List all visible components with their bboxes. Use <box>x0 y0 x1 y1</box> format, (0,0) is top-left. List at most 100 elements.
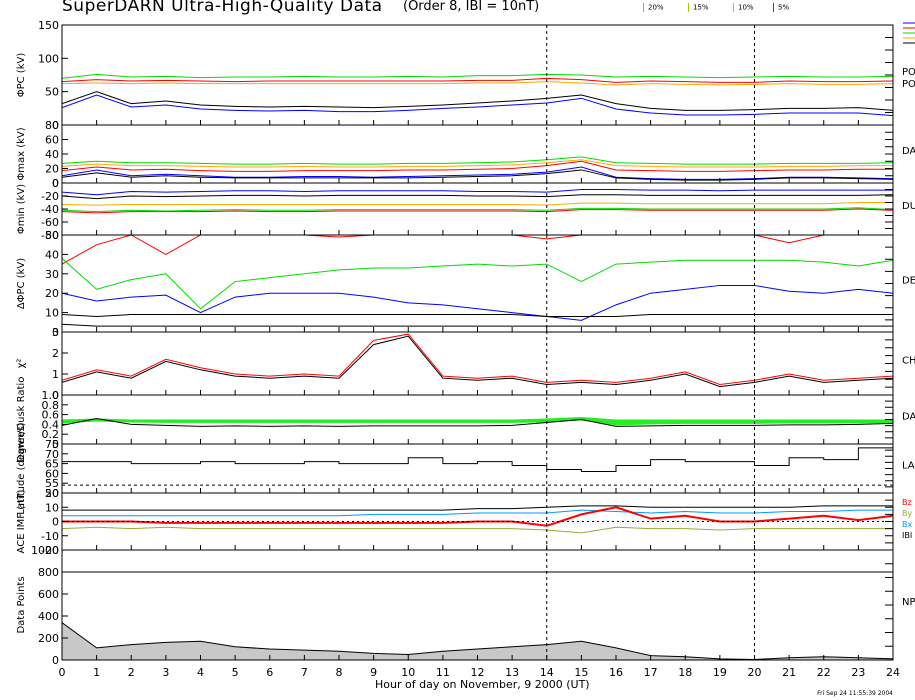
right-label: Bz <box>902 498 912 507</box>
x-tick-label: 8 <box>336 666 343 679</box>
x-axis-label: Hour of day on November, 9 2000 (UT) <box>375 678 590 691</box>
x-tick-label: 3 <box>162 666 169 679</box>
panel-data <box>62 417 893 427</box>
right-label: DU <box>902 201 915 212</box>
series-delta-phi-pc-black2 <box>62 323 893 327</box>
y-tick-label: 20 <box>45 487 59 500</box>
x-tick-label: 23 <box>851 666 865 679</box>
y-tick-label: 2 <box>52 347 59 360</box>
panel-frame <box>61 234 894 333</box>
x-tick-label: 17 <box>644 666 658 679</box>
y-tick-label: 30 <box>45 268 59 281</box>
x-tick-label: 7 <box>301 666 308 679</box>
x-tick-label: 19 <box>713 666 727 679</box>
y-tick-label: 10 <box>45 307 59 320</box>
panel-frame <box>61 124 894 184</box>
y-tick-label: 400 <box>38 610 59 623</box>
y-tick-label: 0 <box>52 177 59 190</box>
plot-area: 050100150ΦPC (kV) POPO020406080Φmax (kV) D… <box>16 19 915 679</box>
series-phi-max-green <box>62 156 893 165</box>
series-delta-phi-pc-blue <box>62 284 893 321</box>
panel-data <box>62 571 893 660</box>
panel-phi-pc: 050100150ΦPC (kV) POPO <box>16 19 915 132</box>
y-tick-label: -20 <box>41 190 59 203</box>
y-axis-label: ΦPC (kV) <box>16 53 27 98</box>
x-tick-label: 1 <box>93 666 100 679</box>
x-tick-label: 2 <box>128 666 135 679</box>
series-phi-pc-green <box>62 73 893 79</box>
series-latitude-black <box>62 447 893 472</box>
series-imf-B-abs <box>62 505 893 511</box>
y-tick-label: 1.0 <box>42 389 60 402</box>
panel-phi-max: 020 4060 80 Φmax (kV) DA <box>16 119 915 190</box>
y-tick-label: 40 <box>45 148 59 161</box>
x-tick-label: 20 <box>748 666 762 679</box>
y-tick-label: 75 <box>45 438 59 451</box>
panel-data <box>62 333 893 388</box>
x-tick-label: 0 <box>59 666 66 679</box>
x-tick-label: 6 <box>266 666 273 679</box>
superdarn-chart: SuperDARN Ultra-High-Quality Data (Order… <box>0 0 915 700</box>
panel-data <box>62 156 893 181</box>
series-imf-Bx <box>62 509 893 517</box>
y-tick-label: -10 <box>41 530 59 543</box>
y-tick-label: 60 <box>45 134 59 147</box>
y-tick-label: 200 <box>38 632 59 645</box>
x-tick-label: 22 <box>817 666 831 679</box>
panel-latitude: 505560657075Latitude (degrees) LA <box>16 422 915 514</box>
y-tick-label: 1000 <box>31 544 59 557</box>
x-tick-label: 21 <box>782 666 796 679</box>
right-label: DE <box>902 276 915 287</box>
y-tick-label: 50 <box>45 86 59 99</box>
series-phi-min-orange <box>62 202 893 206</box>
y-tick-label: 3 <box>52 326 59 339</box>
y-axis-label: Data Points <box>16 576 27 633</box>
series-imf-By <box>62 526 893 534</box>
y-tick-label: 50 <box>45 229 59 242</box>
panel-data <box>62 189 893 214</box>
x-tick-label: 18 <box>678 666 692 679</box>
y-tick-label: -60 <box>41 216 59 229</box>
y-tick-label: 100 <box>38 52 59 65</box>
panel-data <box>62 447 893 486</box>
panel-data-points: 02004006008001000Data Points NP <box>16 544 915 667</box>
series-phi-pc-blue <box>62 94 893 117</box>
y-tick-label: 0 <box>52 516 59 529</box>
right-label: Bx <box>902 520 912 529</box>
x-tick-label: 4 <box>197 666 204 679</box>
right-label: LA <box>902 461 915 472</box>
x-tick-label: 24 <box>886 666 900 679</box>
right-label: NP <box>902 597 915 608</box>
timestamp: Fri Sep 24 11:55:39 2004 <box>817 690 893 697</box>
right-label: DA <box>902 412 915 423</box>
y-tick-label: 20 <box>45 163 59 176</box>
panel-dawn-dusk-ratio: 00.20.40.60.81.0Dawn/Dusk Ratio DA <box>16 377 915 463</box>
series-delta-phi-pc-black <box>62 314 893 317</box>
series-delta-phi-pc-green <box>62 257 893 310</box>
x-tick-label: 16 <box>609 666 623 679</box>
series-chi-square-black <box>62 335 893 388</box>
series-chi-square-red <box>62 333 893 386</box>
series-phi-pc-red <box>62 77 893 83</box>
y-tick-label: 40 <box>45 248 59 261</box>
series-phi-min-blue <box>62 189 893 196</box>
y-tick-label: 1 <box>52 368 59 381</box>
y-axis-label: χ² <box>16 359 27 369</box>
right-label: CH <box>902 356 915 367</box>
panel-frame <box>61 331 894 396</box>
panel-frame <box>61 24 894 126</box>
panel-phi-min: -80-60-40-200Φmin (kV) DU <box>16 177 915 242</box>
right-label: PO <box>902 79 915 90</box>
panel-data <box>62 235 893 327</box>
panel-chi-square: 0123χ² CH <box>16 326 915 402</box>
panel-data <box>62 73 893 117</box>
panel-data <box>62 505 893 534</box>
y-tick-label: 600 <box>38 588 59 601</box>
y-axis-label: ACE IMF (nT) <box>16 489 27 553</box>
right-label: PO <box>902 67 915 78</box>
y-axis-label: Φmax (kV) <box>16 127 27 180</box>
panel-imf: -20-1001020ACE IMF (nT) BzByBxIBI <box>16 487 912 557</box>
y-tick-label: 800 <box>38 566 59 579</box>
panel-delta-phi-pc: 01020304050ΔΦPC (kV) DE <box>16 229 915 339</box>
y-tick-label: 10 <box>45 501 59 514</box>
